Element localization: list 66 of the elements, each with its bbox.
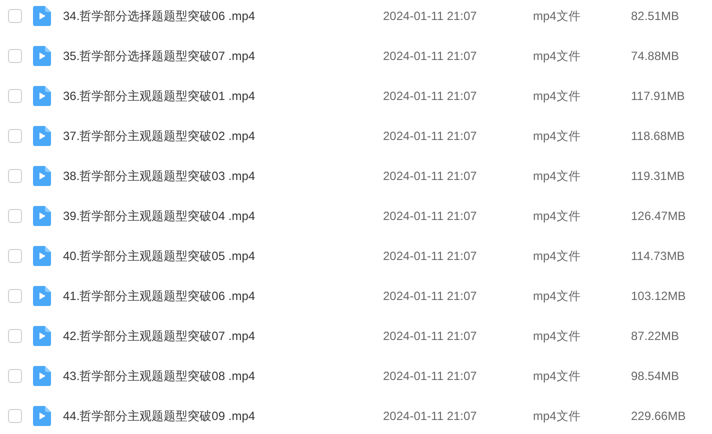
file-name[interactable]: 42.哲学部分主观题题型突破07 .mp4 (63, 327, 383, 345)
file-name[interactable]: 34.哲学部分选择题题型突破06 .mp4 (63, 7, 383, 25)
modified-date: 2024-01-11 21:07 (383, 328, 478, 345)
modified-date: 2024-01-11 21:07 (383, 8, 478, 25)
file-size: 98.54MB (631, 368, 680, 385)
file-type: mp4文件 (533, 328, 582, 345)
file-name[interactable]: 36.哲学部分主观题题型突破01 .mp4 (63, 87, 383, 105)
checkbox[interactable] (8, 49, 22, 63)
video-file-icon (33, 166, 51, 186)
file-size: 119.31MB (631, 168, 685, 185)
checkbox[interactable] (8, 169, 22, 183)
video-file-icon (33, 126, 51, 146)
checkbox[interactable] (8, 289, 22, 303)
file-name[interactable]: 35.哲学部分选择题题型突破07 .mp4 (63, 47, 383, 65)
checkbox[interactable] (8, 129, 22, 143)
file-name[interactable]: 39.哲学部分主观题题型突破04 .mp4 (63, 207, 383, 225)
file-name[interactable]: 44.哲学部分主观题题型突破09 .mp4 (63, 407, 383, 425)
modified-date: 2024-01-11 21:07 (383, 248, 478, 265)
checkbox[interactable] (8, 209, 22, 223)
file-type: mp4文件 (533, 48, 582, 65)
modified-date: 2024-01-11 21:07 (383, 128, 478, 145)
modified-date: 2024-01-11 21:07 (383, 368, 478, 385)
file-type: mp4文件 (533, 408, 582, 425)
video-file-icon (33, 366, 51, 386)
file-name[interactable]: 37.哲学部分主观题题型突破02 .mp4 (63, 127, 383, 145)
modified-date: 2024-01-11 21:07 (383, 88, 478, 105)
file-size: 118.68MB (631, 128, 685, 145)
checkbox[interactable] (8, 329, 22, 343)
file-size: 117.91MB (631, 88, 685, 105)
video-file-icon (33, 46, 51, 66)
file-size: 82.51MB (631, 8, 680, 25)
checkbox[interactable] (8, 369, 22, 383)
file-size: 229.66MB (631, 408, 686, 425)
video-file-icon (33, 406, 51, 426)
file-size: 103.12MB (631, 288, 686, 305)
file-type: mp4文件 (533, 168, 582, 185)
file-type: mp4文件 (533, 88, 582, 105)
checkbox[interactable] (8, 409, 22, 423)
file-type: mp4文件 (533, 368, 582, 385)
file-type: mp4文件 (533, 288, 582, 305)
modified-date: 2024-01-11 21:07 (383, 208, 478, 225)
modified-date: 2024-01-11 21:07 (383, 288, 478, 305)
file-name[interactable]: 43.哲学部分主观题题型突破08 .mp4 (63, 367, 383, 385)
checkbox[interactable] (8, 9, 22, 23)
video-file-icon (33, 86, 51, 106)
file-type: mp4文件 (533, 248, 582, 265)
file-name[interactable]: 41.哲学部分主观题题型突破06 .mp4 (63, 287, 383, 305)
modified-date: 2024-01-11 21:07 (383, 408, 478, 425)
file-size: 74.88MB (631, 48, 680, 65)
file-type: mp4文件 (533, 8, 582, 25)
file-size: 126.47MB (631, 208, 686, 225)
video-file-icon (33, 6, 51, 26)
file-type: mp4文件 (533, 128, 582, 145)
file-name[interactable]: 40.哲学部分主观题题型突破05 .mp4 (63, 247, 383, 265)
video-file-icon (33, 286, 51, 306)
modified-date: 2024-01-11 21:07 (383, 48, 478, 65)
file-name[interactable]: 38.哲学部分主观题题型突破03 .mp4 (63, 167, 383, 185)
file-size: 87.22MB (631, 328, 680, 345)
video-file-icon (33, 246, 51, 266)
file-size: 114.73MB (631, 248, 685, 265)
video-file-icon (33, 326, 51, 346)
checkbox[interactable] (8, 249, 22, 263)
video-file-icon (33, 206, 51, 226)
checkbox[interactable] (8, 89, 22, 103)
file-type: mp4文件 (533, 208, 582, 225)
modified-date: 2024-01-11 21:07 (383, 168, 478, 185)
